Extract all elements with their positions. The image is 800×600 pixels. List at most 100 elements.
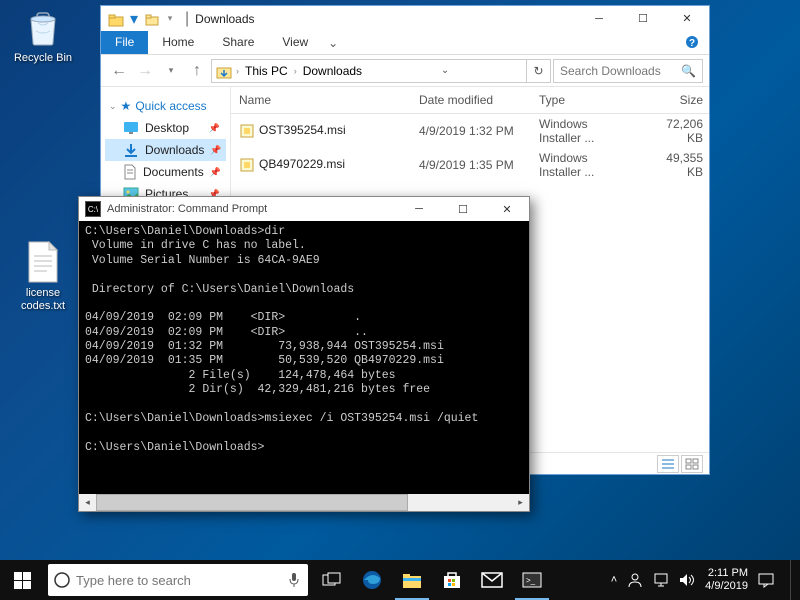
system-tray: ˄ 2:11 PM 4/9/2019 (611, 560, 800, 600)
up-button[interactable]: ↑ (185, 59, 209, 83)
minimize-button[interactable]: ─ (577, 6, 621, 31)
taskbar-explorer[interactable] (392, 560, 432, 600)
tray-overflow-icon[interactable]: ˄ (611, 574, 617, 586)
recycle-bin-icon (21, 5, 65, 49)
desktop-icon (123, 120, 139, 136)
file-name: OST395254.msi (259, 123, 346, 137)
tab-file[interactable]: File (101, 31, 148, 54)
clock-date: 4/9/2019 (705, 580, 748, 593)
scroll-right-icon[interactable]: ▸ (512, 494, 529, 511)
downloads-folder-icon (216, 63, 232, 79)
col-name[interactable]: Name (231, 87, 411, 113)
file-size: 72,206 KB (641, 114, 709, 148)
search-input[interactable] (76, 573, 280, 588)
tab-home[interactable]: Home (148, 31, 208, 54)
recent-locations-icon[interactable]: ▾ (159, 59, 183, 83)
addressbar-dropdown[interactable]: ⌄ (433, 60, 457, 82)
qat-dropdown-icon[interactable]: ▾ (161, 13, 179, 24)
tab-view[interactable]: View (268, 31, 322, 54)
cmd-close-button[interactable]: ✕ (485, 197, 529, 222)
nav-desktop[interactable]: Desktop 📌 (105, 117, 226, 139)
txt-file-label: license codes.txt (8, 287, 78, 313)
cmd-minimize-button[interactable]: ─ (397, 197, 441, 222)
explorer-navbar: ← → ▾ ↑ › This PC › Downloads ⌄ ↻ Search… (101, 55, 709, 87)
taskbar-edge[interactable] (352, 560, 392, 600)
column-headers: Name Date modified Type Size (231, 87, 709, 114)
file-row[interactable]: QB4970229.msi 4/9/2019 1:35 PM Windows I… (231, 148, 709, 182)
file-type: Windows Installer ... (531, 114, 641, 148)
help-icon[interactable]: ? (675, 31, 709, 54)
command-prompt-window: C:\ Administrator: Command Prompt ─ ☐ ✕ … (78, 196, 530, 512)
tab-share[interactable]: Share (208, 31, 268, 54)
recycle-bin-label: Recycle Bin (14, 52, 72, 65)
chevron-right-icon[interactable]: › (294, 66, 297, 76)
address-bar[interactable]: › This PC › Downloads ⌄ ↻ (211, 59, 551, 83)
scroll-left-icon[interactable]: ◂ (79, 494, 96, 511)
forward-button[interactable]: → (133, 59, 157, 83)
cmd-maximize-button[interactable]: ☐ (441, 197, 485, 222)
mic-icon[interactable] (280, 572, 308, 588)
refresh-button[interactable]: ↻ (526, 60, 550, 82)
svg-text:>_: >_ (526, 576, 536, 585)
cmd-output[interactable]: C:\Users\Daniel\Downloads>dir Volume in … (79, 221, 529, 494)
chevron-right-icon[interactable]: › (236, 66, 239, 76)
breadcrumb-folder[interactable]: Downloads (301, 64, 364, 78)
star-icon: ★ (121, 99, 132, 113)
explorer-search[interactable]: Search Downloads 🔍 (553, 59, 703, 83)
windows-logo-icon (14, 572, 31, 589)
taskbar-mail[interactable] (472, 560, 512, 600)
quick-access-label: Quick access (135, 99, 206, 113)
explorer-app-icon (107, 11, 125, 27)
file-row[interactable]: OST395254.msi 4/9/2019 1:32 PM Windows I… (231, 114, 709, 148)
view-thumbnails-button[interactable] (681, 455, 703, 473)
cmd-title: Administrator: Command Prompt (107, 203, 267, 215)
back-button[interactable]: ← (107, 59, 131, 83)
cmd-h-scrollbar[interactable]: ◂ ▸ (79, 494, 529, 511)
taskbar-store[interactable] (432, 560, 472, 600)
nav-documents[interactable]: Documents 📌 (105, 161, 226, 183)
show-desktop-button[interactable] (790, 560, 796, 600)
nav-downloads[interactable]: Downloads 📌 (105, 139, 226, 161)
nav-downloads-label: Downloads (145, 143, 204, 157)
title-separator: | (185, 10, 189, 28)
col-size[interactable]: Size (641, 87, 709, 113)
documents-icon (123, 164, 137, 180)
h-scroll-thumb[interactable] (96, 494, 408, 511)
action-center-icon[interactable] (758, 572, 774, 588)
pin-icon: 📌 (210, 167, 221, 178)
network-icon[interactable] (653, 573, 669, 587)
col-type[interactable]: Type (531, 87, 641, 113)
taskbar-search[interactable] (48, 564, 308, 596)
task-view-button[interactable] (312, 560, 352, 600)
taskbar-cmd[interactable]: >_ (512, 560, 552, 600)
file-size: 49,355 KB (641, 148, 709, 182)
explorer-title: Downloads (195, 12, 254, 26)
search-icon: 🔍 (681, 64, 696, 78)
volume-icon[interactable] (679, 573, 695, 587)
col-date[interactable]: Date modified (411, 87, 531, 113)
search-placeholder: Search Downloads (560, 64, 661, 78)
nav-desktop-label: Desktop (145, 121, 189, 135)
start-button[interactable] (0, 560, 44, 600)
desktop-txt-file[interactable]: license codes.txt (8, 240, 78, 313)
taskbar-clock[interactable]: 2:11 PM 4/9/2019 (705, 567, 748, 592)
ribbon-expand-icon[interactable]: ⌄ (322, 31, 344, 54)
downloads-icon (123, 142, 139, 158)
nav-quick-access[interactable]: ⌄ ★ Quick access (105, 95, 226, 117)
people-icon[interactable] (627, 572, 643, 588)
folder-qat-icon[interactable] (143, 12, 161, 26)
view-details-button[interactable] (657, 455, 679, 473)
file-date: 4/9/2019 1:32 PM (411, 121, 531, 141)
nav-documents-label: Documents (143, 165, 204, 179)
txt-file-icon (21, 240, 65, 284)
breadcrumb-root[interactable]: This PC (243, 64, 290, 78)
maximize-button[interactable]: ☐ (621, 6, 665, 31)
clock-time: 2:11 PM (705, 567, 748, 580)
cmd-titlebar[interactable]: C:\ Administrator: Command Prompt ─ ☐ ✕ (79, 197, 529, 221)
explorer-titlebar[interactable]: ▾ ▾ | Downloads ─ ☐ ✕ (101, 6, 709, 31)
pin-icon: 📌 (210, 145, 221, 156)
ribbon-tabs: File Home Share View ⌄ ? (101, 31, 709, 55)
recycle-bin[interactable]: Recycle Bin (8, 5, 78, 65)
down-arrow-icon[interactable]: ▾ (125, 9, 143, 29)
close-button[interactable]: ✕ (665, 6, 709, 31)
